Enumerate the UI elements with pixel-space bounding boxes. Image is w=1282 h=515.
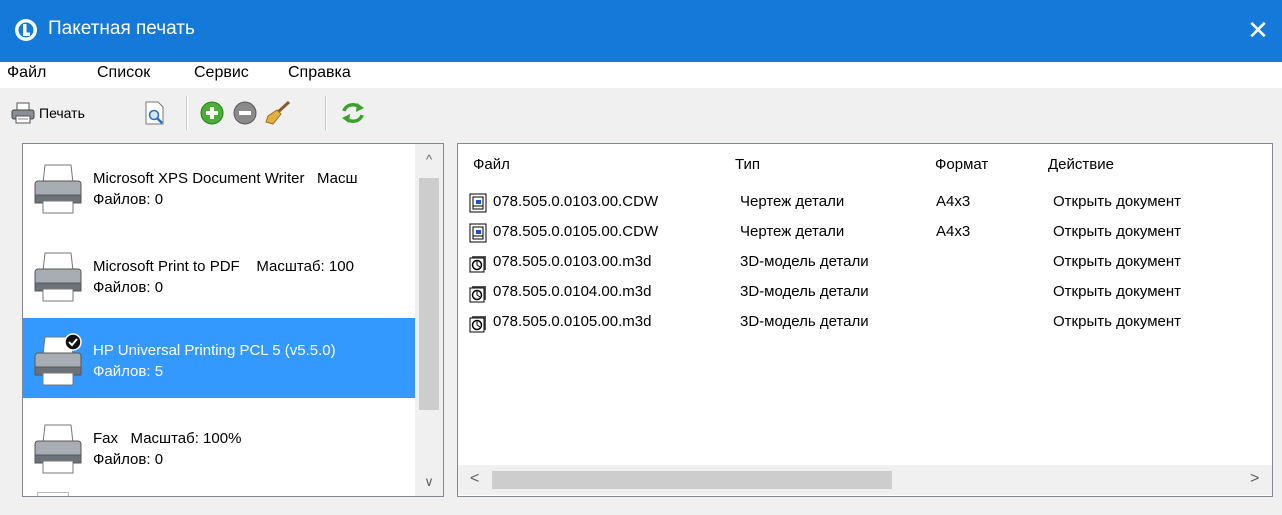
file-type: Чертеж детали bbox=[740, 193, 845, 210]
printer-icon bbox=[34, 333, 82, 386]
printer-item[interactable]: Microsoft Print to PDF Масштаб: 100 Файл… bbox=[23, 234, 415, 314]
table-row[interactable]: 078.505.0.0103.00.CDW Чертеж детали A4x3… bbox=[458, 188, 1258, 218]
file-name: 078.505.0.0103.00.CDW bbox=[493, 193, 659, 210]
file-name: 078.505.0.0105.00.m3d bbox=[493, 313, 652, 330]
printer-name: Microsoft Print to PDF Масштаб: 100 bbox=[93, 258, 354, 275]
column-header-action[interactable]: Действие bbox=[1048, 156, 1114, 173]
file-type: 3D-модель детали bbox=[740, 313, 869, 330]
printer-item-partial bbox=[37, 492, 69, 496]
printer-files-count: Файлов: 0 bbox=[93, 191, 164, 208]
remove-icon bbox=[233, 101, 257, 125]
file-type: 3D-модель детали bbox=[740, 253, 869, 270]
m3d-model-icon bbox=[469, 256, 486, 273]
column-header-format[interactable]: Формат bbox=[935, 156, 988, 173]
printer-files-count: Файлов: 5 bbox=[93, 363, 164, 380]
table-row[interactable]: 078.505.0.0105.00.CDW Чертеж детали A4x3… bbox=[458, 218, 1258, 248]
toolbar: Печать bbox=[0, 92, 1282, 134]
column-header-type[interactable]: Тип bbox=[735, 156, 760, 173]
toolbar-separator bbox=[186, 96, 188, 130]
remove-button[interactable] bbox=[232, 98, 258, 128]
preview-button[interactable] bbox=[143, 98, 167, 128]
file-action: Открыть документ bbox=[1053, 313, 1182, 330]
printer-name: Microsoft XPS Document Writer Масш bbox=[93, 170, 358, 187]
file-name: 078.505.0.0104.00.m3d bbox=[493, 283, 652, 300]
printer-files-count: Файлов: 0 bbox=[93, 279, 164, 296]
printer-scale: Масштаб: 100% bbox=[130, 430, 242, 447]
file-name: 078.505.0.0105.00.CDW bbox=[493, 223, 659, 240]
file-action: Открыть документ bbox=[1053, 193, 1182, 210]
menu-file[interactable]: Файл bbox=[7, 64, 46, 82]
printer-scale: Масштаб: 100 bbox=[256, 258, 354, 275]
menu-service[interactable]: Сервис bbox=[194, 64, 249, 82]
scroll-right-arrow-icon[interactable]: > bbox=[1250, 470, 1259, 488]
table-row[interactable]: 078.505.0.0104.00.m3d 3D-модель детали О… bbox=[458, 278, 1258, 308]
m3d-model-icon bbox=[469, 286, 486, 303]
window-title: Пакетная печать bbox=[48, 18, 195, 39]
print-preview-icon bbox=[145, 101, 164, 125]
add-button[interactable] bbox=[199, 98, 225, 128]
scrollbar-thumb[interactable] bbox=[492, 471, 892, 489]
table-row[interactable]: 078.505.0.0103.00.m3d 3D-модель детали О… bbox=[458, 248, 1258, 278]
broom-icon bbox=[265, 100, 291, 125]
printer-files-count: Файлов: 0 bbox=[93, 451, 164, 468]
column-header-file[interactable]: Файл bbox=[473, 156, 510, 173]
default-printer-check-icon bbox=[64, 333, 82, 351]
printer-item[interactable]: Fax Масштаб: 100% Файлов: 0 bbox=[23, 406, 415, 486]
print-button[interactable]: Печать bbox=[10, 98, 85, 128]
refresh-button[interactable] bbox=[339, 98, 367, 128]
printer-list-vertical-scrollbar[interactable]: ^ ∨ bbox=[415, 144, 443, 496]
cdw-drawing-icon bbox=[469, 223, 487, 243]
scroll-down-arrow-icon[interactable]: ∨ bbox=[415, 474, 443, 490]
menu-list[interactable]: Список bbox=[97, 64, 150, 82]
printer-list[interactable]: Microsoft XPS Document Writer Масш Файло… bbox=[22, 143, 444, 497]
files-table-horizontal-scrollbar[interactable]: < > bbox=[458, 465, 1272, 495]
toolbar-separator bbox=[325, 96, 327, 130]
printer-icon bbox=[11, 102, 35, 124]
file-action: Открыть документ bbox=[1053, 253, 1182, 270]
printer-icon bbox=[34, 252, 82, 302]
file-format: A4x3 bbox=[936, 193, 971, 210]
file-type: Чертеж детали bbox=[740, 223, 845, 240]
print-button-label: Печать bbox=[39, 105, 85, 121]
app-logo-icon bbox=[15, 19, 37, 41]
printer-item[interactable]: Microsoft XPS Document Writer Масш Файло… bbox=[23, 146, 415, 226]
printer-name: Fax Масштаб: 100% bbox=[93, 430, 242, 447]
title-bar: Пакетная печать ✕ bbox=[0, 0, 1282, 62]
clear-button[interactable] bbox=[264, 98, 292, 128]
scrollbar-thumb[interactable] bbox=[419, 178, 439, 410]
m3d-model-icon bbox=[469, 316, 486, 333]
file-action: Открыть документ bbox=[1053, 223, 1182, 240]
printer-scale: Масш bbox=[316, 170, 358, 187]
menu-bar: Файл Список Сервис Справка bbox=[0, 62, 1282, 88]
printer-icon bbox=[34, 424, 82, 474]
scroll-left-arrow-icon[interactable]: < bbox=[470, 470, 479, 488]
file-type: 3D-модель детали bbox=[740, 283, 869, 300]
file-format: A4x3 bbox=[936, 223, 971, 240]
file-name: 078.505.0.0103.00.m3d bbox=[493, 253, 652, 270]
scroll-up-arrow-icon[interactable]: ^ bbox=[415, 152, 443, 167]
cdw-drawing-icon bbox=[469, 193, 487, 213]
file-action: Открыть документ bbox=[1053, 283, 1182, 300]
refresh-icon bbox=[342, 103, 364, 123]
close-button[interactable]: ✕ bbox=[1234, 0, 1282, 62]
files-table[interactable]: Файл Тип Формат Действие 078.505.0.0103.… bbox=[457, 143, 1273, 497]
printer-icon bbox=[34, 164, 82, 214]
printer-item-selected[interactable]: HP Universal Printing PCL 5 (v5.5.0) Фай… bbox=[23, 318, 415, 398]
add-icon bbox=[200, 101, 224, 125]
printer-name: HP Universal Printing PCL 5 (v5.5.0) bbox=[93, 342, 336, 359]
table-row[interactable]: 078.505.0.0105.00.m3d 3D-модель детали О… bbox=[458, 308, 1258, 338]
menu-help[interactable]: Справка bbox=[288, 64, 351, 82]
